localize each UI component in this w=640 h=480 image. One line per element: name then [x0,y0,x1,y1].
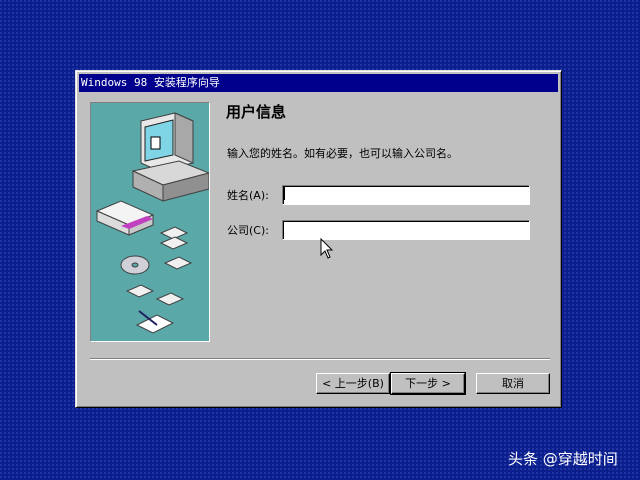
watermark-text: 头条 @穿越时间 [508,450,618,468]
text-caret [284,186,285,200]
cancel-button[interactable]: 取消 [476,373,550,394]
name-field[interactable] [282,185,530,205]
back-button[interactable]: < 上一步(B) [316,373,390,394]
button-separator [90,358,550,360]
page-title: 用户信息 [226,103,287,121]
setup-wizard-window: Windows 98 安装程序向导 用户信息 输入您的姓名。如有必要，也可以输入… [75,70,562,408]
page-description: 输入您的姓名。如有必要，也可以输入公司名。 [227,147,458,160]
computer-illustration-icon [95,112,211,334]
next-button[interactable]: 下一步 > [390,372,466,395]
mouse-pointer-icon [320,238,334,259]
name-label: 姓名(A): [227,189,269,202]
company-label: 公司(C): [227,224,269,237]
window-title: Windows 98 安装程序向导 [81,76,220,89]
company-field[interactable] [282,220,530,240]
setup-illustration [90,102,211,342]
title-bar[interactable]: Windows 98 安装程序向导 [79,74,558,92]
